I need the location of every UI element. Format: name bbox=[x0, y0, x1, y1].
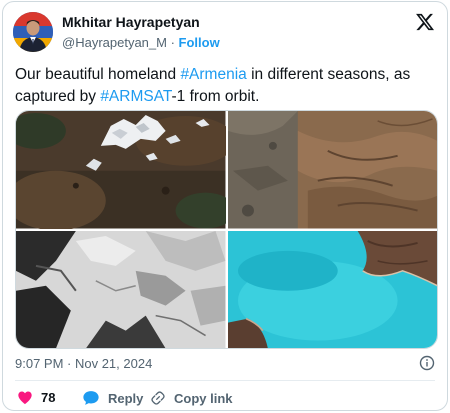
action-bar: 78 Reply Copy link bbox=[15, 390, 435, 408]
hashtag-armenia[interactable]: #Armenia bbox=[180, 66, 246, 83]
reply-bubble-icon bbox=[83, 391, 99, 405]
like-button[interactable]: 78 bbox=[17, 390, 55, 405]
photo-snow-covered-mountains[interactable] bbox=[16, 230, 226, 348]
likes-count: 78 bbox=[41, 390, 56, 405]
divider bbox=[15, 380, 435, 381]
link-icon bbox=[151, 391, 165, 405]
heart-icon bbox=[18, 391, 32, 405]
text-part-3: -1 from orbit. bbox=[171, 88, 260, 105]
author-handle-row: @Hayrapetyan_M · Follow bbox=[62, 34, 220, 52]
hashtag-armsat[interactable]: #ARMSAT bbox=[100, 88, 171, 105]
photo-turquoise-lake-shoreline[interactable] bbox=[227, 230, 437, 348]
author-display-name[interactable]: Mkhitar Hayrapetyan bbox=[62, 13, 220, 31]
copy-link-button[interactable]: Copy link bbox=[150, 390, 233, 406]
reply-button[interactable]: Reply bbox=[82, 390, 143, 406]
avatar[interactable] bbox=[13, 12, 53, 52]
author-handle[interactable]: @Hayrapetyan_M bbox=[62, 35, 167, 50]
tweet-header: Mkhitar Hayrapetyan @Hayrapetyan_M · Fol… bbox=[13, 10, 437, 54]
handle-separator: · bbox=[166, 35, 179, 50]
photo-mountain-snow-patches[interactable] bbox=[16, 111, 226, 229]
reply-label: Reply bbox=[108, 390, 144, 406]
media-grid bbox=[15, 110, 438, 349]
tweet-card: Mkhitar Hayrapetyan @Hayrapetyan_M · Fol… bbox=[2, 1, 448, 411]
tweet-timestamp[interactable]: 9:07 PM · Nov 21, 2024 bbox=[15, 356, 152, 372]
text-part-1: Our beautiful homeland bbox=[15, 66, 181, 83]
copy-link-label: Copy link bbox=[174, 390, 233, 406]
follow-button[interactable]: Follow bbox=[179, 35, 220, 50]
tweet-text: Our beautiful homeland #Armenia in diffe… bbox=[15, 64, 439, 108]
photo-arid-terrain-and-city[interactable] bbox=[227, 111, 437, 229]
info-icon[interactable] bbox=[419, 355, 435, 371]
author-names: Mkhitar Hayrapetyan @Hayrapetyan_M · Fol… bbox=[62, 13, 220, 52]
x-logo-icon[interactable] bbox=[415, 12, 435, 32]
